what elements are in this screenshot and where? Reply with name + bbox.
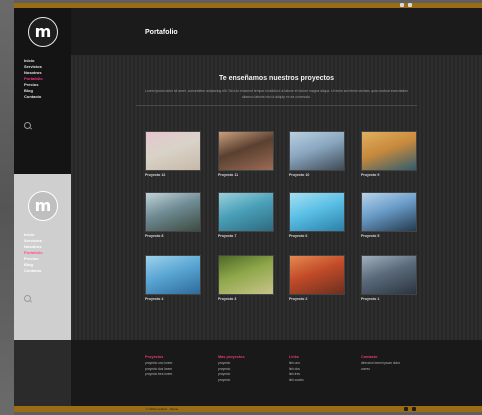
footer-column: Contacto direccion lorem ipsum dolor corre… bbox=[361, 355, 400, 372]
project-caption[interactable]: Proyecto 7 bbox=[218, 234, 236, 238]
bottom-bar: © 2014 medium · theme bbox=[14, 406, 482, 412]
project-thumbnail[interactable] bbox=[218, 192, 274, 232]
page-background bbox=[0, 0, 14, 415]
project-thumbnail[interactable] bbox=[218, 255, 274, 295]
sidebar-nav: Inicio Servicios Nosotros Portafolio Precios… bbox=[24, 58, 43, 100]
page-title: Portafolio bbox=[145, 29, 178, 36]
footer-link[interactable]: direccion lorem ipsum dolor bbox=[361, 361, 400, 367]
footer-heading: Links bbox=[289, 355, 299, 359]
project-caption[interactable]: Proyecto 6 bbox=[289, 234, 307, 238]
footer-heading: Proyectos bbox=[145, 355, 164, 359]
footer-link[interactable]: link cuatro bbox=[289, 378, 304, 384]
website-frame: m Inicio Servicios Nosotros Portafolio Preci… bbox=[14, 3, 482, 412]
search-icon[interactable] bbox=[24, 295, 31, 302]
project-thumbnail[interactable] bbox=[361, 131, 417, 171]
footer-column: Proyectos proyecto uno lorem proyecto dos … bbox=[145, 355, 172, 378]
logo[interactable]: m bbox=[28, 17, 58, 47]
page-header: Portafolio bbox=[71, 8, 482, 55]
divider bbox=[136, 105, 417, 106]
search-icon[interactable] bbox=[24, 122, 31, 129]
project-caption[interactable]: Proyecto 5 bbox=[361, 234, 379, 238]
project-caption[interactable]: Proyecto 2 bbox=[289, 297, 307, 301]
project-caption[interactable]: Proyecto 9 bbox=[361, 173, 379, 177]
footer-link[interactable]: proyecto bbox=[218, 378, 245, 384]
footer-link[interactable]: proyecto uno lorem bbox=[145, 361, 172, 367]
project-thumbnail[interactable] bbox=[218, 131, 274, 171]
footer: Proyectos proyecto uno lorem proyecto dos … bbox=[71, 340, 482, 406]
twitter-icon[interactable] bbox=[404, 407, 408, 411]
logo[interactable]: m bbox=[28, 191, 58, 221]
project-thumbnail[interactable] bbox=[145, 192, 201, 232]
sidebar-dark: m Inicio Servicios Nosotros Portafolio Preci… bbox=[14, 8, 71, 174]
sidebar-nav-alt: Inicio Servicios Nosotros Portafolio Precios… bbox=[24, 232, 43, 274]
project-thumbnail[interactable] bbox=[289, 192, 345, 232]
project-caption[interactable]: Proyecto 10 bbox=[289, 173, 309, 177]
project-thumbnail[interactable] bbox=[361, 255, 417, 295]
project-caption[interactable]: Proyecto 12 bbox=[145, 173, 165, 177]
portfolio-section: Te enseñamos nuestros proyectos Lorem ip… bbox=[71, 55, 482, 340]
footer-column: Mas proyectos proyecto proyecto proyecto pro… bbox=[218, 355, 245, 383]
sidebar-light: m Inicio Servicios Nosotros Portafolio Preci… bbox=[14, 174, 71, 340]
twitter-icon[interactable] bbox=[400, 3, 404, 7]
project-thumbnail[interactable] bbox=[289, 255, 345, 295]
project-thumbnail[interactable] bbox=[145, 255, 201, 295]
facebook-icon[interactable] bbox=[412, 407, 416, 411]
project-thumbnail[interactable] bbox=[361, 192, 417, 232]
project-thumbnail[interactable] bbox=[289, 131, 345, 171]
project-thumbnail[interactable] bbox=[145, 131, 201, 171]
intro-text: Lorem ipsum dolor sit amet, consectetur … bbox=[144, 89, 409, 99]
footer-column: Links link uno link dos link tres link cuatr… bbox=[289, 355, 304, 383]
sidebar-item-contacto[interactable]: Contacto bbox=[24, 268, 43, 274]
footer-link[interactable]: correo bbox=[361, 367, 400, 373]
project-caption[interactable]: Proyecto 11 bbox=[218, 173, 238, 177]
footer-heading: Mas proyectos bbox=[218, 355, 245, 359]
project-caption[interactable]: Proyecto 3 bbox=[218, 297, 236, 301]
project-caption[interactable]: Proyecto 1 bbox=[361, 297, 379, 301]
facebook-icon[interactable] bbox=[408, 3, 412, 7]
intro-title: Te enseñamos nuestros proyectos bbox=[218, 75, 335, 82]
project-caption[interactable]: Proyecto 8 bbox=[145, 234, 163, 238]
project-caption[interactable]: Proyecto 4 bbox=[145, 297, 163, 301]
sidebar-item-contacto[interactable]: Contacto bbox=[24, 94, 43, 100]
copyright: © 2014 medium · theme bbox=[146, 407, 179, 411]
footer-link[interactable]: proyecto tres lorem bbox=[145, 372, 172, 378]
footer-heading: Contacto bbox=[361, 355, 378, 359]
